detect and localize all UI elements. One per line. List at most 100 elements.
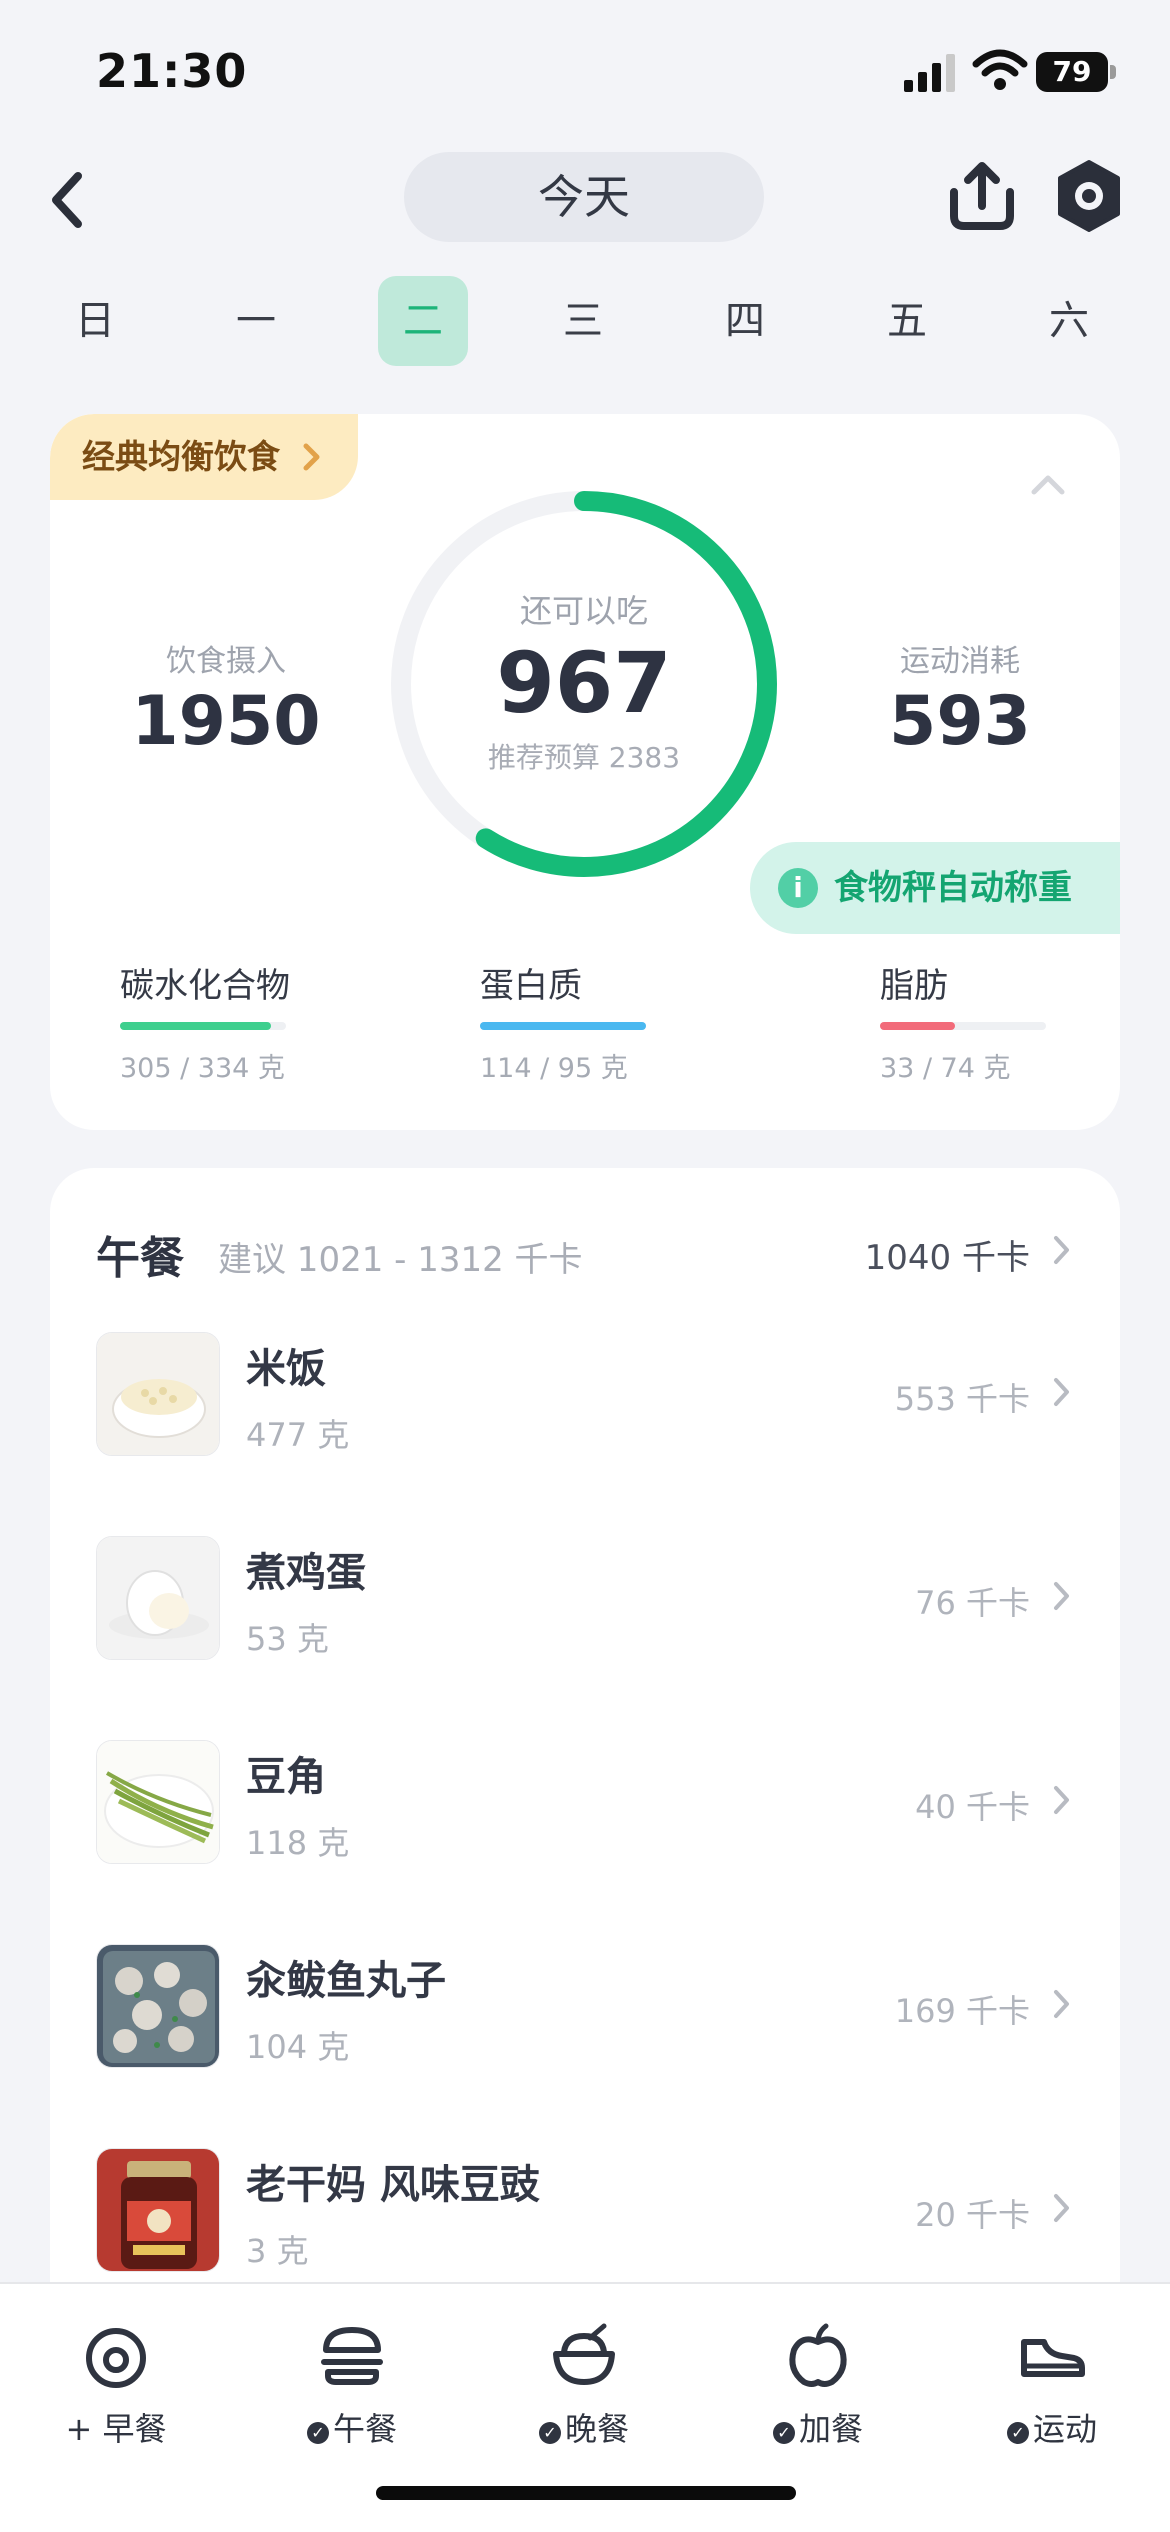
sneaker-icon bbox=[1021, 2339, 1085, 2377]
week-selector: 日 一 二 三 四 五 六 bbox=[36, 276, 1136, 368]
meal-total-kcal[interactable]: 1040 千卡 bbox=[865, 1230, 1030, 1279]
tab-exercise[interactable]: ✓ 运动 bbox=[962, 2304, 1142, 2454]
egg-photo bbox=[96, 1536, 220, 1660]
food-name: 老干妈 风味豆豉 bbox=[246, 2162, 540, 2208]
collapse-chevron-icon[interactable] bbox=[1028, 470, 1068, 500]
check-icon: ✓ bbox=[538, 2422, 561, 2444]
food-kcal: 553 千卡 bbox=[894, 1380, 1030, 1418]
rice-photo bbox=[96, 1332, 220, 1456]
food-name: 米饭 bbox=[246, 1346, 326, 1392]
tab-dinner-label: 晚餐 bbox=[564, 2410, 629, 2448]
day-tuesday-selected[interactable]: 二 bbox=[378, 276, 468, 366]
chevron-right-icon[interactable] bbox=[1052, 1234, 1072, 1266]
food-weight: 118 克 bbox=[246, 1824, 350, 1862]
day-saturday[interactable]: 六 bbox=[1024, 276, 1114, 366]
day-thursday[interactable]: 四 bbox=[700, 276, 790, 366]
sauce-jar-photo bbox=[96, 2148, 220, 2272]
macro-carbs-value: 305 / 334 克 bbox=[120, 1053, 285, 1084]
tab-breakfast[interactable]: + 早餐 bbox=[26, 2304, 206, 2454]
food-weight: 53 克 bbox=[246, 1620, 329, 1658]
back-arrow-icon[interactable] bbox=[40, 160, 96, 240]
food-scale-label: 食物秤自动称重 bbox=[834, 868, 1072, 908]
battery-cap bbox=[1110, 65, 1116, 79]
bowl-icon bbox=[553, 2323, 615, 2385]
tab-label: ✓ 午餐 bbox=[262, 2404, 442, 2450]
food-weight: 104 克 bbox=[246, 2028, 350, 2066]
food-row[interactable]: 煮鸡蛋 53 克 76 千卡 bbox=[50, 1536, 1120, 1740]
green-beans-photo bbox=[96, 1740, 220, 1864]
macro-carbs-track bbox=[120, 1022, 286, 1030]
day-friday[interactable]: 五 bbox=[862, 276, 952, 366]
egg-icon bbox=[86, 2328, 146, 2388]
calorie-summary-card: 经典均衡饮食 饮食摄入 1950 还可以吃 967 推荐预算 2383 运动消耗… bbox=[50, 414, 1120, 1130]
tab-exercise-label: 运动 bbox=[1032, 2410, 1097, 2448]
macro-protein-value: 114 / 95 克 bbox=[480, 1053, 628, 1084]
check-icon: ✓ bbox=[306, 2422, 329, 2444]
chevron-right-icon bbox=[303, 443, 320, 471]
macro-fat-track bbox=[880, 1022, 1046, 1030]
food-row[interactable]: 米饭 477 克 553 千卡 bbox=[50, 1332, 1120, 1536]
chevron-right-icon bbox=[1054, 2194, 1069, 2222]
status-time: 21:30 bbox=[96, 44, 248, 98]
day-wednesday[interactable]: 三 bbox=[538, 276, 628, 366]
food-kcal: 169 千卡 bbox=[894, 1992, 1030, 2030]
food-weight: 3 克 bbox=[246, 2232, 309, 2270]
food-weight: 477 克 bbox=[246, 1416, 350, 1454]
intake-value: 1950 bbox=[131, 682, 321, 761]
info-icon: i bbox=[778, 868, 818, 908]
macro-fat-name: 脂肪 bbox=[880, 966, 948, 1006]
food-kcal: 20 千卡 bbox=[915, 2196, 1030, 2234]
signal-icon bbox=[904, 54, 955, 92]
meal-title: 午餐 bbox=[96, 1233, 184, 1284]
budget-text: 推荐预算 2383 bbox=[487, 741, 681, 774]
day-sunday[interactable]: 日 bbox=[50, 276, 140, 366]
chevron-right-icon bbox=[1054, 1786, 1069, 1814]
remaining-value: 967 bbox=[496, 634, 672, 732]
food-kcal: 40 千卡 bbox=[915, 1788, 1030, 1826]
tab-snack-label: 加餐 bbox=[798, 2410, 863, 2448]
tab-label: ✓ 运动 bbox=[962, 2404, 1142, 2450]
food-kcal: 76 千卡 bbox=[915, 1584, 1030, 1622]
date-title-button[interactable]: 今天 bbox=[404, 152, 764, 242]
meal-suggestion: 建议 1021 - 1312 千卡 bbox=[218, 1240, 583, 1280]
check-icon: ✓ bbox=[772, 2422, 795, 2444]
tab-label: + 早餐 bbox=[26, 2404, 206, 2450]
macro-protein-fill bbox=[480, 1022, 646, 1030]
battery-level: 79 bbox=[1036, 52, 1108, 92]
tab-dinner[interactable]: ✓ 晚餐 bbox=[494, 2304, 674, 2454]
macro-fat-fill bbox=[880, 1022, 955, 1030]
food-name: 豆角 bbox=[246, 1754, 326, 1800]
burn-value: 593 bbox=[889, 682, 1031, 761]
home-indicator bbox=[376, 2486, 796, 2500]
tab-snack[interactable]: ✓ 加餐 bbox=[728, 2304, 908, 2454]
food-name: 汆鲅鱼丸子 bbox=[246, 1958, 446, 2004]
macro-fat-value: 33 / 74 克 bbox=[880, 1053, 1011, 1084]
wifi-icon bbox=[972, 49, 1028, 90]
diet-plan-tag[interactable]: 经典均衡饮食 bbox=[50, 414, 358, 500]
burger-icon bbox=[321, 2327, 383, 2385]
chevron-right-icon bbox=[1054, 1990, 1069, 2018]
food-row[interactable]: 汆鲅鱼丸子 104 克 169 千卡 bbox=[50, 1944, 1120, 2148]
diet-plan-label: 经典均衡饮食 bbox=[82, 437, 280, 476]
tab-lunch-label: 午餐 bbox=[332, 2410, 397, 2448]
macro-protein-name: 蛋白质 bbox=[480, 966, 582, 1006]
settings-hexagon-icon[interactable] bbox=[1054, 158, 1124, 234]
burn-label: 运动消耗 bbox=[900, 644, 1020, 679]
macro-protein-track bbox=[480, 1022, 646, 1030]
check-icon: ✓ bbox=[1006, 2422, 1029, 2444]
tab-label: ✓ 加餐 bbox=[728, 2404, 908, 2450]
food-name: 煮鸡蛋 bbox=[246, 1550, 366, 1596]
remaining-label: 还可以吃 bbox=[519, 592, 648, 630]
day-monday[interactable]: 一 bbox=[211, 276, 301, 366]
food-row[interactable]: 豆角 118 克 40 千卡 bbox=[50, 1740, 1120, 1944]
macro-carbs-fill bbox=[120, 1022, 272, 1030]
food-scale-button[interactable]: i 食物秤自动称重 bbox=[750, 842, 1120, 934]
macro-carbs-name: 碳水化合物 bbox=[120, 966, 290, 1006]
tab-lunch[interactable]: ✓ 午餐 bbox=[262, 2304, 442, 2454]
share-icon[interactable] bbox=[944, 158, 1020, 234]
tab-breakfast-label: + 早餐 bbox=[65, 2410, 167, 2448]
chevron-right-icon bbox=[1054, 1582, 1069, 1610]
fish-balls-photo bbox=[96, 1944, 220, 2068]
chevron-right-icon bbox=[1054, 1378, 1069, 1406]
tab-label: ✓ 晚餐 bbox=[494, 2404, 674, 2450]
